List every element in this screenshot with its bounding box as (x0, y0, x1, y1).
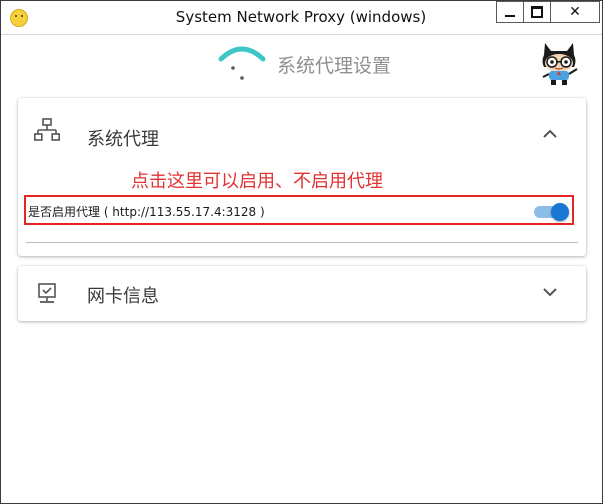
title-bar: System Network Proxy (windows) ✕ (1, 1, 602, 35)
close-button[interactable]: ✕ (550, 1, 600, 23)
proxy-panel-title: 系统代理 (87, 129, 159, 150)
maximize-icon (531, 6, 543, 18)
chevron-down-icon[interactable] (541, 286, 559, 298)
annotation-text: 点击这里可以启用、不启用代理 (131, 171, 383, 192)
proxy-toggle-label: 是否启用代理 ( http://113.55.17.4:3128 ) (28, 205, 265, 219)
app-header: 系统代理设置 (1, 35, 602, 95)
octocat-mascot-icon (542, 43, 578, 85)
window-title: System Network Proxy (windows) (175, 8, 427, 26)
nic-panel-title: 网卡信息 (87, 286, 159, 307)
minimize-icon (505, 15, 515, 17)
proxy-toggle-row[interactable]: 是否启用代理 ( http://113.55.17.4:3128 ) (24, 195, 574, 225)
proxy-toggle-switch[interactable] (534, 203, 572, 221)
minimize-button[interactable] (496, 1, 524, 23)
computer-icon (38, 283, 56, 303)
app-window: System Network Proxy (windows) ✕ 系统代理设置 (0, 0, 603, 504)
page-title: 系统代理设置 (277, 55, 392, 77)
nic-panel: 网卡信息 (18, 266, 586, 321)
proxy-panel: 系统代理 点击这里可以启用、不启用代理 是否启用代理 ( http://113.… (18, 98, 586, 256)
toggle-thumb (551, 203, 569, 221)
maximize-button[interactable] (523, 1, 551, 23)
close-icon: ✕ (569, 4, 581, 20)
chevron-up-icon[interactable] (541, 128, 559, 140)
proxy-panel-header[interactable]: 系统代理 (18, 98, 586, 154)
nic-panel-header[interactable]: 网卡信息 (18, 266, 586, 321)
network-icon (34, 118, 60, 141)
app-icon (10, 9, 28, 27)
divider (26, 242, 578, 243)
wifi-icon (218, 46, 266, 80)
